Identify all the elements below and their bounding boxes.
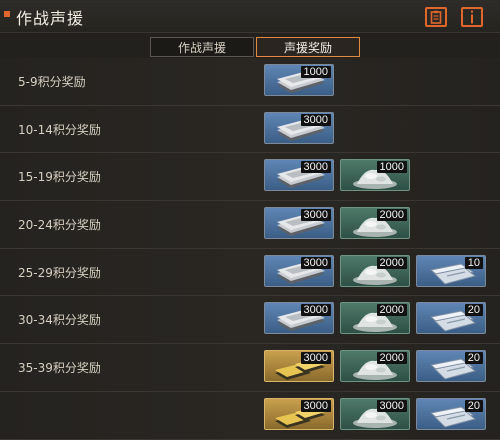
- reward-row: 20-24积分奖励 3000 2000: [0, 201, 500, 249]
- reward-item-ticket[interactable]: 10: [416, 254, 486, 287]
- reward-quantity: 3000: [300, 161, 331, 174]
- reward-row: 5-9积分奖励 1000: [0, 58, 500, 106]
- reward-quantity: 3000: [376, 399, 407, 412]
- reward-quantity: 20: [464, 352, 483, 365]
- reward-item-silver-pile[interactable]: 3000: [340, 397, 410, 430]
- reward-quantity: 2000: [376, 304, 407, 317]
- reward-quantity: 10: [464, 256, 483, 269]
- reward-item-cash-stack[interactable]: 3000: [264, 254, 334, 287]
- reward-quantity: 3000: [300, 113, 331, 126]
- reward-row: 15-19积分奖励 3000 1000: [0, 153, 500, 202]
- tab-support-rewards[interactable]: 声援奖励: [256, 37, 360, 57]
- reward-quantity: 3000: [300, 209, 331, 222]
- reward-tier-label: 30-34积分奖励: [18, 313, 101, 328]
- reward-item-ticket[interactable]: 20: [416, 350, 486, 383]
- reward-item-cash-stack[interactable]: 3000: [264, 159, 334, 192]
- reward-item-silver-pile[interactable]: 2000: [340, 302, 410, 335]
- reward-item-silver-pile[interactable]: 1000: [340, 159, 410, 192]
- reward-items: 3000: [264, 111, 340, 144]
- reward-quantity: 20: [464, 399, 483, 412]
- reward-quantity: 1000: [300, 66, 331, 78]
- reward-tier-label: 35-39积分奖励: [18, 361, 101, 376]
- reward-item-ticket[interactable]: 20: [416, 397, 486, 430]
- tab-battle-support[interactable]: 作战声援: [150, 37, 254, 57]
- reward-quantity: 3000: [300, 352, 331, 365]
- reward-item-cash-stack[interactable]: 3000: [264, 111, 334, 144]
- info-button[interactable]: [461, 7, 483, 27]
- reward-item-cash-stack[interactable]: 1000: [264, 64, 334, 96]
- reward-row: 10-14积分奖励 3000: [0, 105, 500, 154]
- reward-items: 3000 2000: [264, 207, 416, 240]
- reward-item-cash-stack[interactable]: 3000: [264, 302, 334, 335]
- tab-bar: 作战声援 声援奖励: [150, 37, 362, 57]
- clipboard-icon: [430, 10, 442, 24]
- reward-tier-label: 5-9积分奖励: [18, 75, 86, 89]
- reward-quantity: 2000: [376, 209, 407, 222]
- reward-quantity: 3000: [300, 304, 331, 317]
- reward-tier-label: 25-29积分奖励: [18, 265, 101, 280]
- title-bar: 作战声援: [0, 0, 500, 33]
- reward-items: 3000 2000 20: [264, 302, 492, 335]
- reward-item-cash-stack[interactable]: 3000: [264, 207, 334, 240]
- reward-item-gold-bars[interactable]: 3000: [264, 397, 334, 430]
- reward-quantity: 3000: [300, 399, 331, 412]
- reward-list: 5-9积分奖励 1000 10-14积分奖励 3000 15-19积分奖励 3000 100…: [0, 58, 500, 440]
- reward-items: 1000: [264, 64, 340, 96]
- notes-button[interactable]: [425, 7, 447, 27]
- reward-items: 3000 1000: [264, 159, 416, 192]
- reward-tier-label: 15-19积分奖励: [18, 170, 101, 185]
- reward-tier-label: 20-24积分奖励: [18, 218, 101, 233]
- reward-quantity: 2000: [376, 256, 407, 269]
- reward-quantity: 20: [464, 304, 483, 317]
- title-marker: [4, 11, 10, 17]
- reward-item-silver-pile[interactable]: 2000: [340, 207, 410, 240]
- reward-item-silver-pile[interactable]: 2000: [340, 254, 410, 287]
- reward-row: 3000 3000 20: [0, 391, 500, 440]
- reward-items: 3000 2000 20: [264, 350, 492, 383]
- reward-quantity: 3000: [300, 256, 331, 269]
- reward-quantity: 1000: [376, 161, 407, 174]
- reward-row: 25-29积分奖励 3000 2000 10: [0, 248, 500, 297]
- reward-items: 3000 2000 10: [264, 254, 492, 287]
- reward-row: 35-39积分奖励 3000 2000 20: [0, 344, 500, 392]
- window-title: 作战声援: [16, 9, 85, 28]
- reward-quantity: 2000: [376, 352, 407, 365]
- reward-item-ticket[interactable]: 20: [416, 302, 486, 335]
- info-icon: [471, 10, 473, 24]
- reward-item-gold-bars[interactable]: 3000: [264, 350, 334, 383]
- reward-row: 30-34积分奖励 3000 2000 20: [0, 296, 500, 345]
- reward-tier-label: 10-14积分奖励: [18, 122, 101, 137]
- reward-items: 3000 3000 20: [264, 397, 492, 430]
- reward-item-silver-pile[interactable]: 2000: [340, 350, 410, 383]
